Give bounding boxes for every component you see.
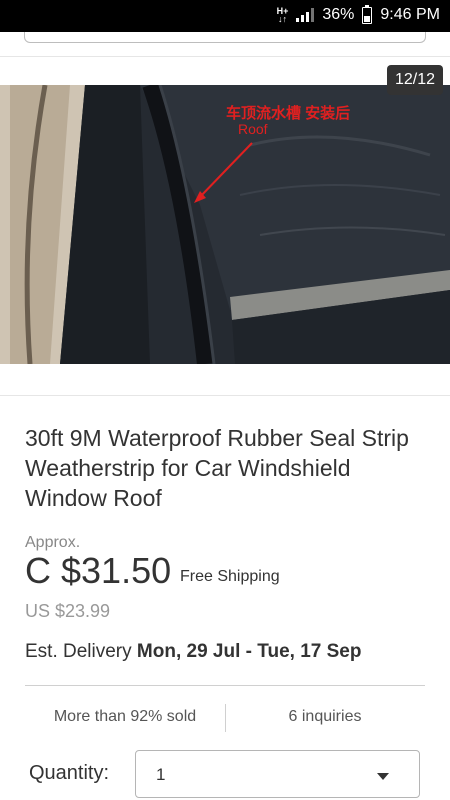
quantity-label: Quantity:	[29, 762, 110, 784]
image-counter: 12/12	[386, 65, 443, 95]
quantity-select[interactable]: 1	[135, 750, 420, 798]
photo-annotation-chinese: 车顶流水槽 安装后	[226, 105, 351, 122]
battery-percent: 36%	[322, 6, 355, 23]
clock: 9:46 PM	[380, 6, 440, 23]
photo-annotation-english: Roof	[238, 121, 268, 137]
product-photo-illustration	[0, 85, 450, 364]
listing-stats: More than 92% sold 6 inquiries	[0, 704, 450, 734]
image-gallery[interactable]: 车顶流水槽 安装后 Roof 12/12	[0, 57, 450, 396]
sold-percentage: More than 92% sold	[53, 708, 197, 725]
us-price: US $23.99	[25, 601, 111, 621]
delivery-label: Est. Delivery	[25, 641, 132, 662]
search-area	[0, 32, 450, 57]
battery-icon	[362, 4, 373, 24]
status-icons: H+ ↓↑ 36% 9:46 PM	[277, 4, 440, 24]
shipping-label: Free Shipping	[180, 568, 280, 585]
estimated-delivery: Est. Delivery Mon, 29 Jul - Tue, 17 Sep	[25, 641, 361, 663]
listing-title: 30ft 9M Waterproof Rubber Seal Strip Wea…	[25, 425, 409, 511]
signal-icon	[296, 8, 315, 22]
dropdown-arrow-icon	[377, 773, 389, 780]
search-input[interactable]	[24, 32, 426, 43]
status-bar: H+ ↓↑ 36% 9:46 PM	[0, 0, 450, 32]
quantity-value: 1	[156, 765, 166, 784]
network-type-icon: H+ ↓↑	[277, 7, 289, 24]
divider	[25, 685, 425, 686]
product-photo[interactable]: 车顶流水槽 安装后 Roof	[0, 85, 450, 364]
price: C $31.50	[25, 550, 172, 591]
delivery-dates: Mon, 29 Jul - Tue, 17 Sep	[136, 641, 362, 662]
inquiries-count: 6 inquiries	[288, 708, 362, 725]
network-activity-label: ↓↑	[277, 14, 287, 24]
